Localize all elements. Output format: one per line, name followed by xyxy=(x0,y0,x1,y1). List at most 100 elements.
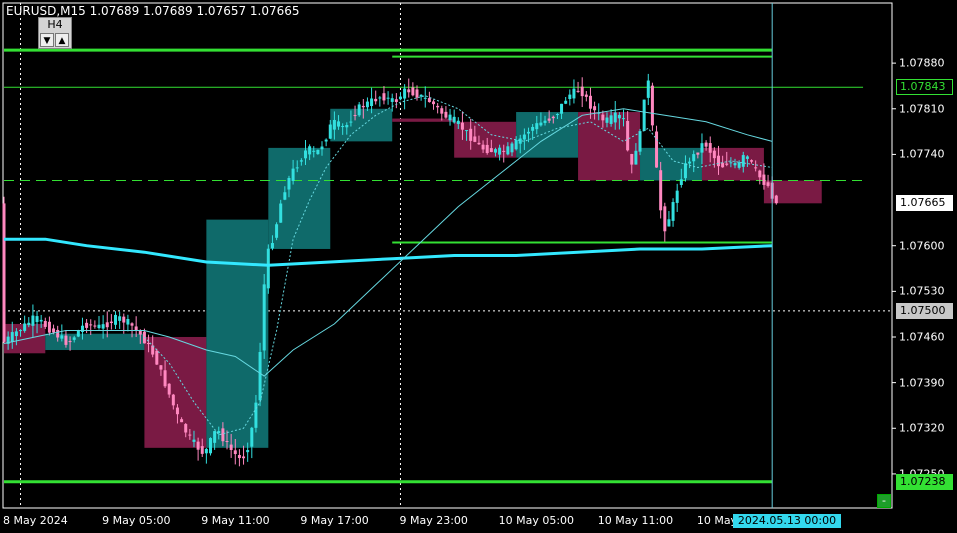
candle-body xyxy=(47,321,51,333)
candle-body xyxy=(279,203,283,223)
candle-body xyxy=(758,170,762,178)
y-tick-label: 1.07880 xyxy=(899,56,945,70)
candle-body xyxy=(76,330,80,337)
x-tick-label: 10 May 05:00 xyxy=(498,514,575,527)
candle-body xyxy=(365,101,369,108)
candle-body xyxy=(638,131,642,152)
candle-body xyxy=(316,149,320,155)
candle-body xyxy=(667,219,671,227)
price-chart[interactable] xyxy=(0,0,957,533)
candle-body xyxy=(531,126,535,131)
h4-candle-box xyxy=(392,118,455,122)
candle-body xyxy=(320,146,324,150)
candle-body xyxy=(192,439,196,442)
candle-body xyxy=(19,330,23,332)
candle-body xyxy=(721,162,725,168)
candle-body xyxy=(634,150,638,165)
candle-body xyxy=(725,163,729,165)
candle-body xyxy=(551,116,555,119)
candle-body xyxy=(774,195,778,204)
candle-body xyxy=(609,115,613,124)
candle-body xyxy=(167,383,171,395)
candle-body xyxy=(485,144,489,154)
x-tick-label: 9 May 23:00 xyxy=(399,514,468,527)
candle-body xyxy=(593,106,597,111)
collapse-button[interactable]: - xyxy=(877,494,891,508)
candle-body xyxy=(184,424,188,433)
candle-body xyxy=(708,143,712,153)
candle-body xyxy=(394,99,398,102)
candle-body xyxy=(522,134,526,140)
candle-body xyxy=(440,108,444,114)
candle-body xyxy=(155,350,159,365)
candle-body xyxy=(675,190,679,203)
x-tick-label: 10 May 11:00 xyxy=(597,514,674,527)
y-tick-label: 1.07530 xyxy=(899,284,945,298)
candle-body xyxy=(745,156,749,159)
candle-body xyxy=(452,116,456,123)
candle-body xyxy=(349,121,353,123)
candle-body xyxy=(432,101,436,105)
candle-body xyxy=(180,419,184,423)
candle-body xyxy=(85,322,89,328)
candle-body xyxy=(27,322,31,326)
candle-body xyxy=(692,154,696,162)
candle-body xyxy=(679,179,683,185)
y-tick-label: 1.07740 xyxy=(899,147,945,161)
candle-body xyxy=(43,320,47,327)
candle-body xyxy=(576,90,580,92)
candle-body xyxy=(514,139,518,150)
candle-body xyxy=(568,94,572,100)
x-tick-label: 9 May 11:00 xyxy=(201,514,270,527)
candle-body xyxy=(733,163,737,166)
timeframe-down-arrow-icon[interactable]: ▼ xyxy=(40,33,54,47)
candle-body xyxy=(750,160,754,162)
y-tick-label: 1.07320 xyxy=(899,421,945,435)
x-tick-label: 8 May 2024 xyxy=(3,514,68,527)
candle-body xyxy=(663,206,667,232)
candle-body xyxy=(398,96,402,100)
candle-body xyxy=(56,329,60,338)
candle-body xyxy=(52,328,56,333)
candle-body xyxy=(262,284,266,351)
candle-body xyxy=(60,335,64,339)
candle-body xyxy=(171,394,175,406)
candle-body xyxy=(754,167,758,169)
candle-body xyxy=(361,105,365,108)
candle-body xyxy=(295,167,299,169)
candle-body xyxy=(68,341,72,343)
candle-body xyxy=(188,434,192,436)
candle-body xyxy=(130,323,134,326)
candle-body xyxy=(737,162,741,168)
candle-body xyxy=(35,316,39,323)
candle-body xyxy=(510,143,514,153)
price-tag-label: 1.07843 xyxy=(896,79,953,96)
candle-body xyxy=(386,97,390,99)
candle-body xyxy=(696,152,700,155)
candle-body xyxy=(584,94,588,97)
candle-body xyxy=(535,123,539,130)
ohlc-values: 1.07689 1.07689 1.07657 1.07665 xyxy=(89,4,300,18)
candle-body xyxy=(109,321,113,324)
candle-body xyxy=(460,122,464,130)
timeframe-widget: H4 ▼ ▲ xyxy=(38,17,72,49)
candle-body xyxy=(580,86,584,97)
candle-body xyxy=(766,182,770,186)
candle-body xyxy=(72,337,76,340)
candle-body xyxy=(225,441,229,443)
candle-body xyxy=(324,139,328,142)
candle-body xyxy=(527,131,531,134)
candle-body xyxy=(436,105,440,108)
timeframe-up-arrow-icon[interactable]: ▲ xyxy=(55,33,69,47)
candle-body xyxy=(403,88,407,99)
candle-body xyxy=(729,162,733,164)
candle-body xyxy=(741,155,745,167)
symbol-label: EURUSD,M15 xyxy=(6,4,86,18)
candle-body xyxy=(328,124,332,139)
candle-body xyxy=(382,93,386,101)
candle-body xyxy=(762,174,766,185)
candle-body xyxy=(209,438,212,454)
candle-body xyxy=(332,119,336,130)
candle-body xyxy=(370,98,374,106)
candle-body xyxy=(650,85,654,126)
